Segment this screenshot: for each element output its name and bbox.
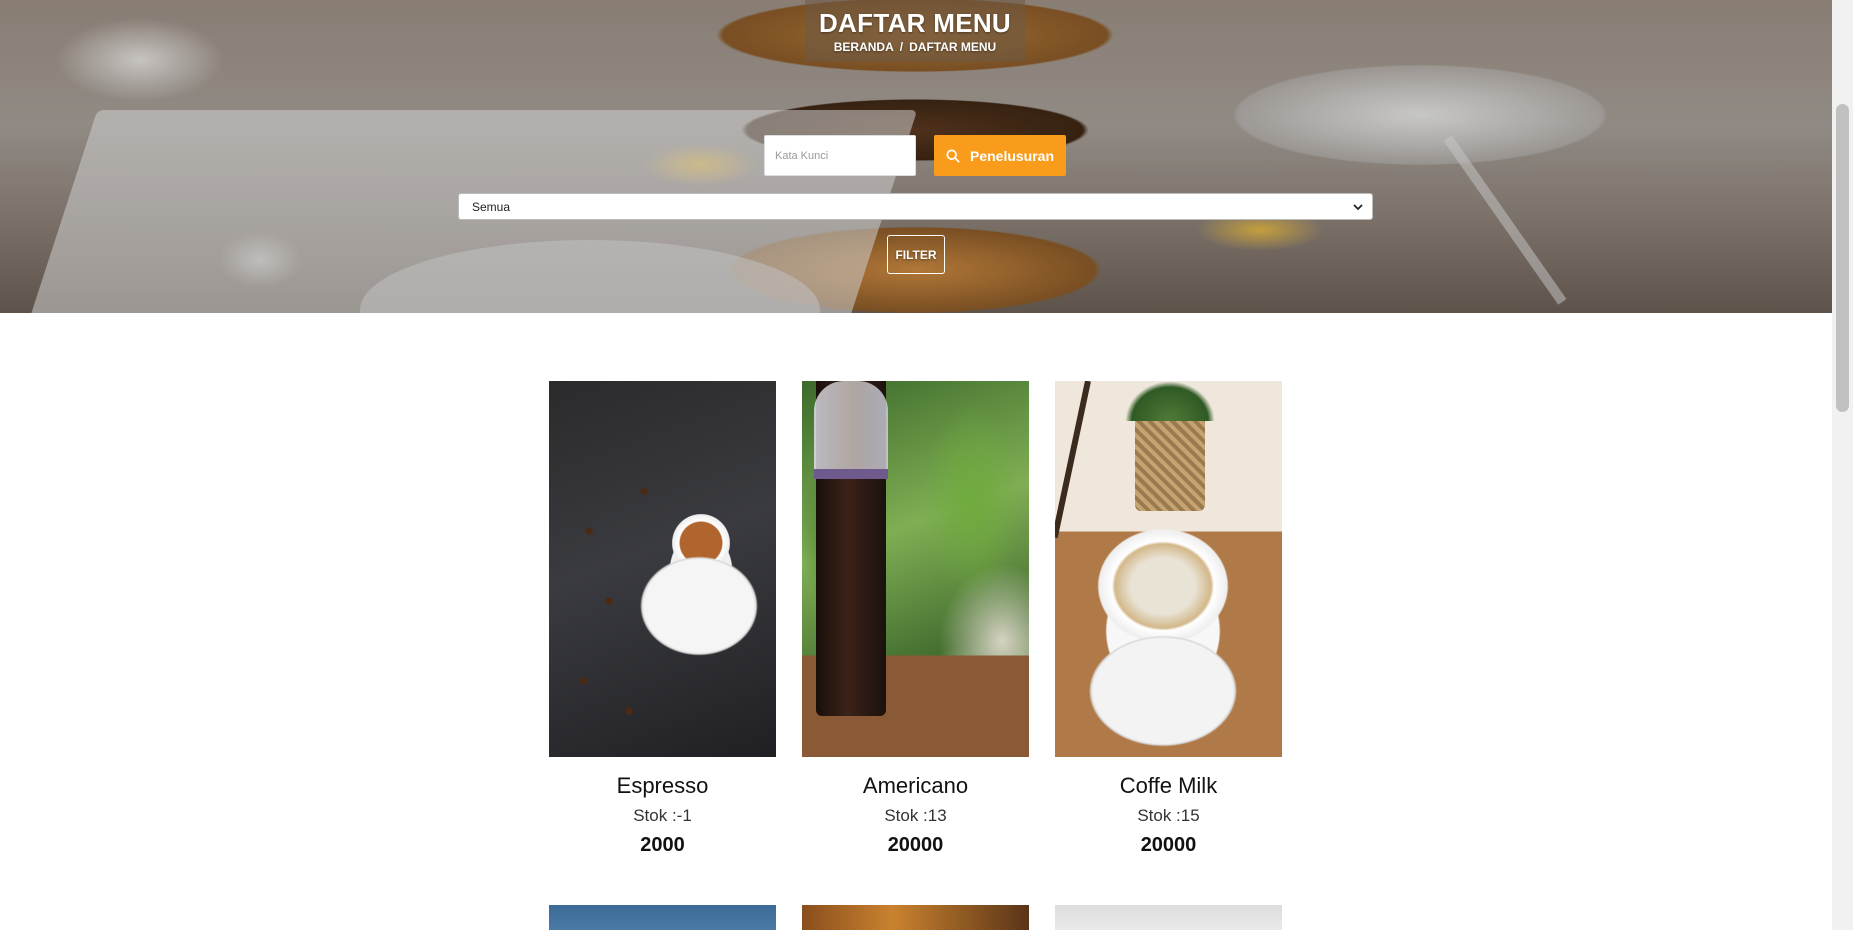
espresso-photo[interactable] — [549, 381, 776, 757]
breadcrumb-separator: / — [899, 40, 904, 54]
plant-leaves — [1125, 381, 1215, 421]
scrollbar-thumb[interactable] — [1836, 104, 1849, 412]
search-icon — [946, 148, 960, 163]
page-title: DAFTAR MENU — [818, 8, 1012, 38]
search-button-label: Penelusuran — [969, 147, 1055, 164]
breadcrumb-current: DAFTAR MENU — [909, 40, 997, 54]
menu-item-stock: Stok :15 — [1137, 806, 1200, 825]
menu-card-photo-partial[interactable] — [1055, 905, 1282, 930]
menu-item-name: Espresso — [616, 773, 709, 798]
menu-card-photo-partial[interactable] — [549, 905, 776, 930]
menu-card[interactable]: Espresso Stok :-1 2000 — [549, 381, 776, 857]
menu-card[interactable]: Coffe Milk Stok :15 20000 — [1055, 381, 1282, 857]
category-select-value: Semua — [472, 199, 511, 214]
page-header: DAFTAR MENU BERANDA / DAFTAR MENU — [805, 0, 1025, 62]
chevron-down-icon — [1353, 203, 1363, 210]
menu-item-stock: Stok :-1 — [633, 806, 692, 825]
background-stick — [1055, 381, 1091, 539]
filter-button[interactable]: FILTER — [887, 235, 945, 274]
page-scrollbar[interactable] — [1832, 0, 1853, 930]
americano-band — [814, 469, 888, 479]
menu-card-photo-partial[interactable] — [802, 905, 1029, 930]
menu-item-price: 20000 — [887, 834, 944, 856]
americano-photo[interactable] — [802, 381, 1029, 757]
category-select[interactable]: Semua — [458, 193, 1373, 220]
menu-item-price: 20000 — [1140, 834, 1197, 856]
menu-card[interactable]: Americano Stok :13 20000 — [802, 381, 1029, 857]
breadcrumb-home-link[interactable]: BERANDA — [834, 40, 894, 54]
search-input[interactable] — [764, 135, 916, 176]
americano-lid — [814, 381, 888, 476]
menu-item-stock: Stok :13 — [884, 806, 947, 825]
search-button[interactable]: Penelusuran — [934, 135, 1066, 176]
menu-item-price: 2000 — [640, 834, 685, 856]
coffee-milk-photo[interactable] — [1055, 381, 1282, 757]
menu-item-name: Coffe Milk — [1119, 773, 1218, 798]
menu-item-name: Americano — [862, 773, 969, 798]
breadcrumb: BERANDA / DAFTAR MENU — [805, 40, 1025, 54]
